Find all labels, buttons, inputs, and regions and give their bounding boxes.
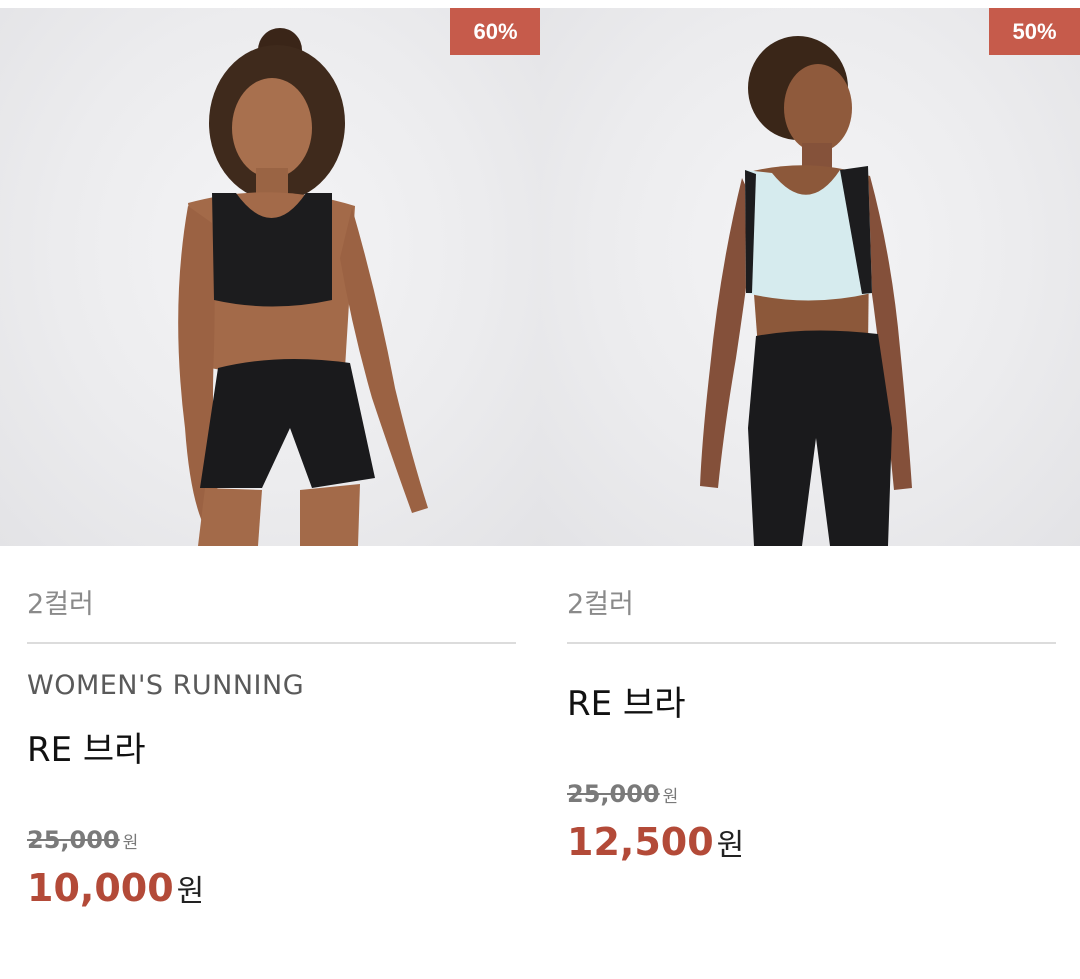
divider <box>567 642 1056 644</box>
sale-price-unit: 원 <box>176 874 205 909</box>
original-price-unit: 원 <box>122 833 139 853</box>
product-grid: 60% 2컬러 WOMEN'S RUNNING RE 브라 25,000 원 1… <box>0 0 1080 979</box>
original-price-value: 25,000 <box>27 826 120 854</box>
product-card[interactable]: 60% <box>0 8 541 546</box>
original-price-unit: 원 <box>662 787 679 807</box>
divider <box>27 642 516 644</box>
product-image[interactable]: 60% <box>0 8 541 546</box>
product-info-right: 2컬러 RE 브라 25,000 원 12,500 원 <box>540 0 1080 979</box>
original-price-value: 25,000 <box>567 780 660 808</box>
discount-badge: 60% <box>450 8 541 55</box>
product-photo-model <box>178 28 428 546</box>
color-count-label: 2컬러 <box>27 589 94 620</box>
sale-price-value: 10,000 <box>27 866 174 910</box>
original-price: 25,000 원 <box>567 780 678 808</box>
product-category: WOMEN'S RUNNING <box>27 670 305 701</box>
color-count-label: 2컬러 <box>567 589 634 620</box>
product-name[interactable]: RE 브라 <box>27 722 145 771</box>
product-name[interactable]: RE 브라 <box>567 676 685 725</box>
original-price: 25,000 원 <box>27 826 138 854</box>
sale-price-unit: 원 <box>716 828 745 863</box>
sale-price-value: 12,500 <box>567 820 714 864</box>
sale-price: 10,000 원 <box>27 866 204 910</box>
sale-price: 12,500 원 <box>567 820 744 864</box>
